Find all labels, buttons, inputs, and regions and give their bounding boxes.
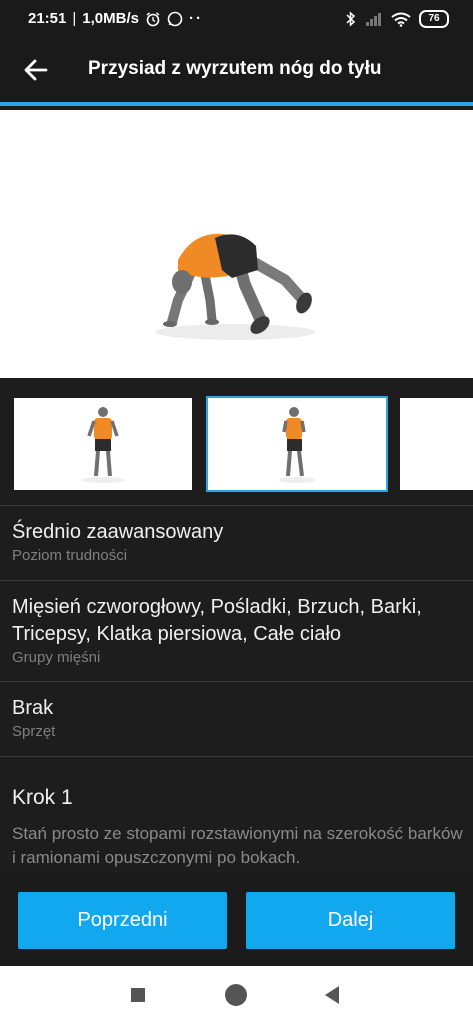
step-description: Krok 1 Stań prosto ze stopami rozstawion… <box>12 786 467 870</box>
divider <box>0 756 473 757</box>
next-button[interactable]: Dalej <box>246 892 455 949</box>
wifi-icon <box>391 12 411 27</box>
alarm-icon <box>146 11 160 26</box>
signal-icon <box>366 13 381 26</box>
difficulty-value: Średnio zaawansowany <box>12 521 224 543</box>
more-notifications-icon: ·· <box>188 10 203 27</box>
thumbnail-step-2-selected[interactable] <box>206 396 388 492</box>
divider <box>0 681 473 682</box>
step-thumbnails <box>0 383 473 501</box>
home-icon[interactable] <box>225 984 247 1006</box>
divider <box>0 580 473 581</box>
muscle-groups-value: Mięsień czworogłowy, Pośladki, Brzuch, B… <box>12 596 422 645</box>
system-back-icon[interactable] <box>325 986 339 1004</box>
standing-figure-illustration <box>279 407 315 483</box>
status-bar: 21:51 | 1,0MB/s ·· 76 <box>0 0 473 38</box>
previous-button[interactable]: Poprzedni <box>18 892 227 949</box>
equipment-label: Sprzęt <box>12 723 56 740</box>
equipment-value: Brak <box>12 697 54 719</box>
equipment-info: Brak Sprzęt <box>12 695 462 740</box>
difficulty-info: Średnio zaawansowany Poziom trudności <box>12 519 462 564</box>
divider <box>0 505 473 506</box>
muscle-groups-info: Mięsień czworogłowy, Pośladki, Brzuch, B… <box>12 594 462 666</box>
bluetooth-icon <box>346 11 356 27</box>
step-text: Stań prosto ze stopami rozstawionymi na … <box>12 824 463 867</box>
standing-figure-illustration <box>81 407 125 483</box>
thumbnail-step-3[interactable] <box>400 398 473 490</box>
battery-indicator: 76 <box>419 10 449 28</box>
step-title: Krok 1 <box>12 786 73 809</box>
status-time: 21:51 <box>28 10 67 27</box>
recent-apps-icon[interactable] <box>131 988 145 1002</box>
back-arrow-icon[interactable] <box>22 56 50 84</box>
thumbnail-step-1[interactable] <box>14 398 192 490</box>
whatsapp-icon <box>167 11 183 26</box>
status-speed: 1,0MB/s <box>82 10 139 27</box>
exercise-figure-illustration <box>155 233 315 340</box>
toolbar: Przysiad z wyrzutem nóg do tyłu <box>0 38 473 106</box>
bottom-button-bar: Poprzedni Dalej <box>0 872 473 966</box>
exercise-image <box>0 110 473 378</box>
muscle-groups-label: Grupy mięśni <box>12 649 101 666</box>
system-navigation-bar <box>0 966 473 1024</box>
page-title: Przysiad z wyrzutem nóg do tyłu <box>88 58 382 79</box>
difficulty-label: Poziom trudności <box>12 547 128 564</box>
status-separator: | <box>72 10 77 27</box>
